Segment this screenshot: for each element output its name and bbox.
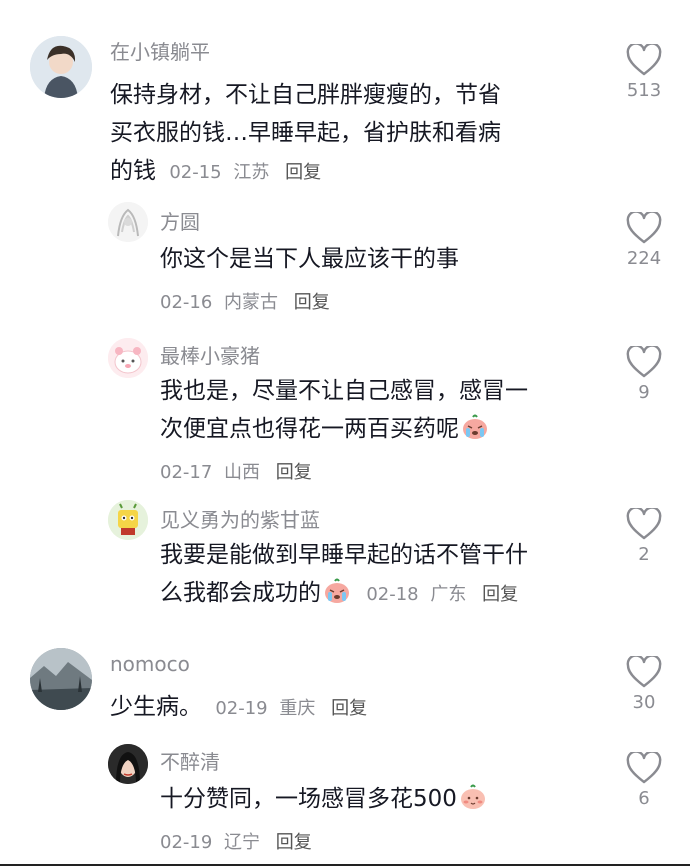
avatar-image <box>108 202 148 242</box>
like-button[interactable]: 513 <box>618 44 670 101</box>
like-count: 9 <box>638 382 650 403</box>
avatar-image <box>108 500 148 540</box>
username[interactable]: 最棒小豪猪 <box>160 340 260 369</box>
comment-meta: 02-15 江苏 回复 <box>169 162 321 183</box>
heart-outline-icon <box>626 44 662 76</box>
comment-line: 么我都会成功的 02-18 广东 回复 <box>160 574 528 614</box>
like-button[interactable]: 6 <box>618 752 670 809</box>
like-count: 2 <box>638 544 650 565</box>
comment-location: 江苏 <box>233 162 270 183</box>
like-count: 30 <box>632 692 656 713</box>
comment-line-text: 的钱 <box>110 158 156 184</box>
like-count: 224 <box>626 248 662 269</box>
comment-text: 你这个是当下人最应该干的事 <box>160 240 459 278</box>
comment-line: 我要是能做到早睡早起的话不管干什 <box>160 542 528 568</box>
avatar-image <box>108 338 148 378</box>
comment-line-text: 少生病。 <box>110 694 202 720</box>
avatar[interactable] <box>108 338 148 378</box>
comment-line-text: 次便宜点也得花一两百买药呢 <box>160 416 459 442</box>
comment-line-text: 十分赞同，一场感冒多花500 <box>160 786 457 812</box>
reply-button[interactable]: 回复 <box>276 462 312 483</box>
comment-line: 的钱 02-15 江苏 回复 <box>110 152 501 192</box>
like-button[interactable]: 30 <box>618 656 670 713</box>
reply-button[interactable]: 回复 <box>276 832 312 853</box>
comment-text: 少生病。 02-19 重庆 回复 <box>110 688 367 728</box>
comment-line-text: 么我都会成功的 <box>160 580 321 606</box>
reply-button[interactable]: 回复 <box>294 292 330 313</box>
comment-date: 02-19 <box>215 698 268 719</box>
comment-text: 我也是，尽量不让自己感冒，感冒一 次便宜点也得花一两百买药呢 <box>160 372 528 448</box>
comment-meta: 02-16 内蒙古 回复 <box>160 288 330 314</box>
like-button[interactable]: 9 <box>618 346 670 403</box>
username[interactable]: 不醉清 <box>160 746 220 775</box>
comment-meta: 02-18 广东 回复 <box>366 584 518 605</box>
heart-outline-icon <box>626 212 662 244</box>
heart-outline-icon <box>626 656 662 688</box>
username[interactable]: 见义勇为的紫甘蓝 <box>160 504 320 533</box>
comment-location: 辽宁 <box>224 832 261 853</box>
avatar-image <box>30 36 92 98</box>
avatar[interactable] <box>30 36 92 98</box>
heart-outline-icon <box>626 752 662 784</box>
comment-meta: 02-19 重庆 回复 <box>215 698 367 719</box>
comment-location: 重庆 <box>279 698 316 719</box>
comment-date: 02-17 <box>160 462 213 483</box>
comment-text: 保持身材，不让自己胖胖瘦瘦的，节省 买衣服的钱…早睡早起，省护肤和看病 的钱 0… <box>110 76 501 192</box>
blushing-face-emoji <box>459 784 487 810</box>
comment-meta: 02-19 辽宁 回复 <box>160 828 312 854</box>
username[interactable]: nomoco <box>110 652 190 676</box>
avatar-image <box>108 744 148 784</box>
comment-line: 次便宜点也得花一两百买药呢 <box>160 410 528 448</box>
reply-button[interactable]: 回复 <box>331 698 367 719</box>
comment-line: 你这个是当下人最应该干的事 <box>160 246 459 272</box>
like-count: 6 <box>638 788 650 809</box>
comment-date: 02-18 <box>366 584 419 605</box>
comment-date: 02-16 <box>160 292 213 313</box>
crying-face-emoji <box>323 578 351 604</box>
reply-button[interactable]: 回复 <box>482 584 518 605</box>
heart-outline-icon <box>626 508 662 540</box>
crying-face-emoji <box>461 414 489 440</box>
comment-line: 我也是，尽量不让自己感冒，感冒一 <box>160 378 528 404</box>
avatar[interactable] <box>30 648 92 710</box>
avatar-image <box>30 648 92 710</box>
comment-line: 买衣服的钱…早睡早起，省护肤和看病 <box>110 120 501 146</box>
heart-outline-icon <box>626 346 662 378</box>
username[interactable]: 在小镇躺平 <box>110 36 210 65</box>
comment-line: 保持身材，不让自己胖胖瘦瘦的，节省 <box>110 82 501 108</box>
reply-button[interactable]: 回复 <box>285 162 321 183</box>
like-count: 513 <box>626 80 662 101</box>
username[interactable]: 方圆 <box>160 206 200 235</box>
like-button[interactable]: 2 <box>618 508 670 565</box>
comment-location: 山西 <box>224 462 261 483</box>
comment-line: 少生病。 02-19 重庆 回复 <box>110 688 367 728</box>
avatar[interactable] <box>108 500 148 540</box>
comment-meta: 02-17 山西 回复 <box>160 458 312 484</box>
avatar[interactable] <box>108 744 148 784</box>
comment-date: 02-19 <box>160 832 213 853</box>
like-button[interactable]: 224 <box>618 212 670 269</box>
comment-location: 广东 <box>430 584 467 605</box>
comment-line: 十分赞同，一场感冒多花500 <box>160 780 487 818</box>
comment-date: 02-15 <box>169 162 222 183</box>
comment-text: 十分赞同，一场感冒多花500 <box>160 780 487 818</box>
comment-location: 内蒙古 <box>224 292 279 313</box>
comment-text: 我要是能做到早睡早起的话不管干什 么我都会成功的 02-18 广东 回复 <box>160 536 528 614</box>
avatar[interactable] <box>108 202 148 242</box>
